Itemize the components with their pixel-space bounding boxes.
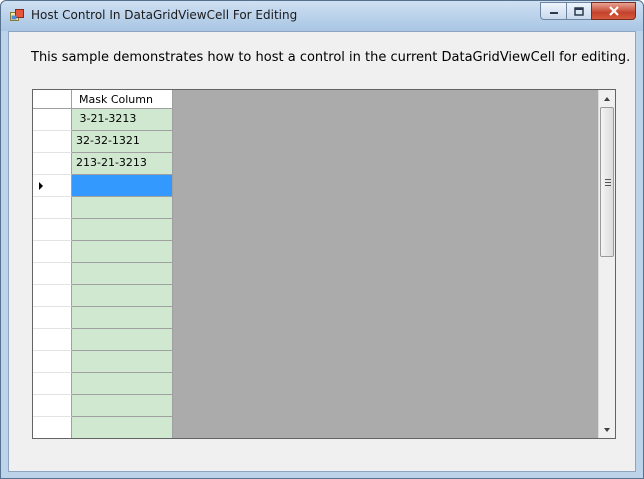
row-header[interactable] xyxy=(33,373,72,395)
thumb-grip-icon xyxy=(605,179,611,186)
app-window-icon xyxy=(10,9,24,21)
grid-cell[interactable] xyxy=(72,417,173,438)
grid-cell[interactable] xyxy=(72,307,173,329)
maximize-icon xyxy=(574,6,584,16)
minimize-icon xyxy=(549,12,558,14)
row-header[interactable] xyxy=(33,351,72,373)
grid-cell[interactable]: 3-21-3213 xyxy=(72,109,173,131)
grid-top-left-corner[interactable] xyxy=(33,90,72,109)
scroll-up-button[interactable] xyxy=(599,90,615,107)
mask-column-cells: 3-21-3213 32-32-1321 213-21-3213 xyxy=(72,109,173,438)
grid-cell[interactable]: 32-32-1321 xyxy=(72,131,173,153)
row-header[interactable] xyxy=(33,131,72,153)
scrollbar-thumb[interactable] xyxy=(600,107,614,257)
vertical-scrollbar[interactable] xyxy=(598,90,615,438)
column-header-mask[interactable]: Mask Column xyxy=(72,90,173,109)
window-title: Host Control In DataGridViewCell For Edi… xyxy=(31,8,298,22)
row-header[interactable] xyxy=(33,241,72,263)
app-window: Host Control In DataGridViewCell For Edi… xyxy=(0,0,644,479)
scroll-down-button[interactable] xyxy=(599,421,615,438)
window-controls xyxy=(540,2,636,21)
row-header[interactable] xyxy=(33,109,72,131)
row-header[interactable] xyxy=(33,219,72,241)
grid-cell[interactable] xyxy=(72,263,173,285)
description-label: This sample demonstrates how to host a c… xyxy=(31,50,631,65)
row-header[interactable] xyxy=(33,395,72,417)
minimize-button[interactable] xyxy=(540,2,566,20)
grid-cell[interactable] xyxy=(72,373,173,395)
row-header[interactable] xyxy=(33,197,72,219)
grid-cell[interactable]: 213-21-3213 xyxy=(72,153,173,175)
scroll-up-arrow-icon xyxy=(604,96,610,101)
row-arrow-icon xyxy=(39,182,43,190)
form-client-area: This sample demonstrates how to host a c… xyxy=(8,31,636,472)
grid-cell[interactable] xyxy=(72,175,173,197)
title-bar[interactable]: Host Control In DataGridViewCell For Edi… xyxy=(1,1,643,31)
grid-cell[interactable] xyxy=(72,241,173,263)
close-icon xyxy=(608,6,619,16)
row-header[interactable] xyxy=(33,329,72,351)
grid-cell[interactable] xyxy=(72,395,173,417)
row-header[interactable] xyxy=(33,307,72,329)
row-header[interactable] xyxy=(33,417,72,438)
scroll-down-arrow-icon xyxy=(604,427,610,432)
grid-cell[interactable] xyxy=(72,351,173,373)
data-grid-view[interactable]: Mask Column 3-21-3213 32-32-1321 213-21-32… xyxy=(32,89,616,439)
grid-cell[interactable] xyxy=(72,197,173,219)
maximize-button[interactable] xyxy=(566,2,591,20)
row-headers xyxy=(33,109,72,438)
row-header[interactable] xyxy=(33,285,72,307)
row-header[interactable] xyxy=(33,263,72,285)
grid-cell[interactable] xyxy=(72,285,173,307)
close-button[interactable] xyxy=(591,2,636,20)
row-header[interactable] xyxy=(33,153,72,175)
row-header[interactable] xyxy=(33,175,72,197)
grid-cell[interactable] xyxy=(72,329,173,351)
grid-cell[interactable] xyxy=(72,219,173,241)
